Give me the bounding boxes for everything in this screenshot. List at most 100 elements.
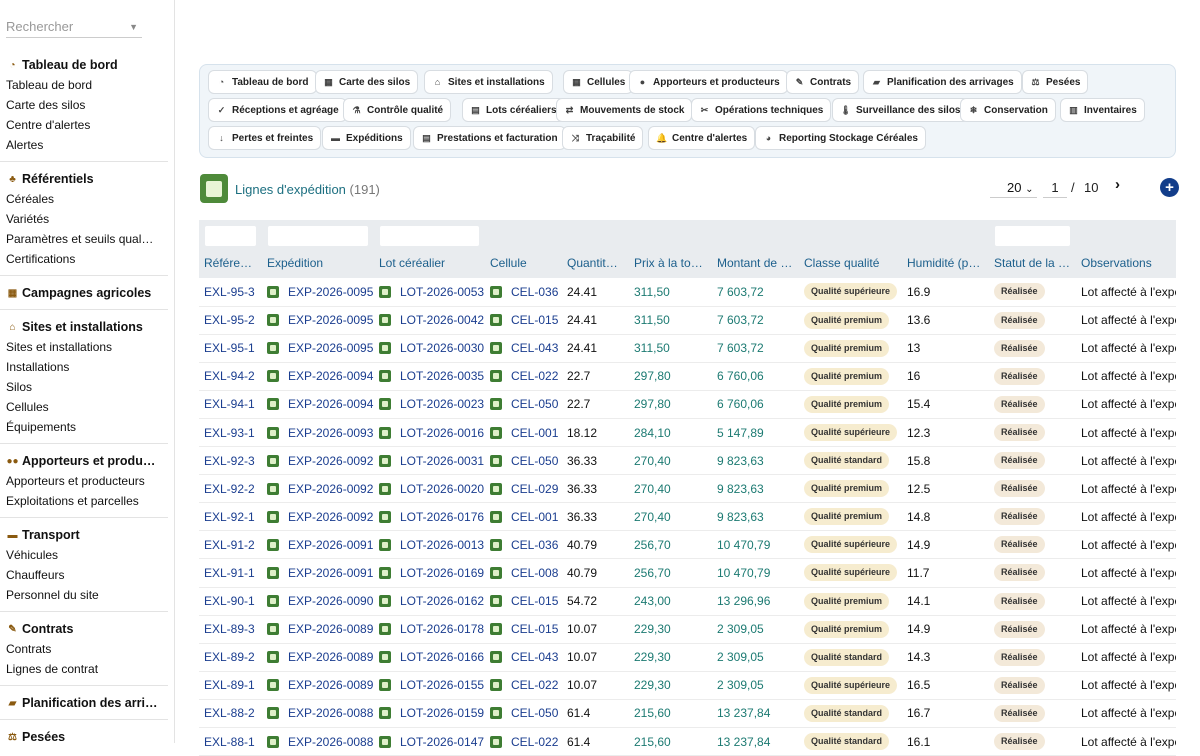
table-row[interactable]: EXL-88-2 EXP-2026-0088 LOT-2026-0159 CEL-05… <box>199 699 1176 729</box>
reference-link[interactable]: EXL-89-2 <box>204 650 255 664</box>
cell-link[interactable]: CEL-015 <box>511 594 558 608</box>
nav-chip[interactable]: ↓ Pertes et freintes <box>208 126 322 150</box>
sidebar-item[interactable]: Centre d'alertes <box>0 115 174 135</box>
sidebar-item[interactable]: Personnel du site <box>0 585 174 605</box>
column-header[interactable]: Cellule <box>485 248 562 278</box>
cell-link[interactable]: CEL-050 <box>511 706 558 720</box>
table-row[interactable]: EXL-91-1 EXP-2026-0091 LOT-2026-0169 CEL-00… <box>199 558 1176 588</box>
cell-link[interactable]: LOT-2026-0030 <box>400 341 484 355</box>
cell-link[interactable]: CEL-001 <box>511 510 558 524</box>
reference-link[interactable]: EXL-89-3 <box>204 622 255 636</box>
column-header[interactable]: Lot céréalier <box>374 248 485 278</box>
cell-link[interactable]: LOT-2026-0013 <box>400 538 484 552</box>
cell-link[interactable]: CEL-036 <box>511 538 558 552</box>
cell-link[interactable]: EXP-2026-0095 <box>288 313 373 327</box>
column-header[interactable]: Statut de la li… <box>989 248 1076 278</box>
nav-chip[interactable]: 🌡 Surveillance des silos <box>832 98 969 122</box>
nav-chip[interactable]: ❄ Conservation <box>960 98 1056 122</box>
table-row[interactable]: EXL-90-1 EXP-2026-0090 LOT-2026-0162 CEL-01… <box>199 587 1176 616</box>
sidebar-item[interactable]: Cellules <box>0 397 174 417</box>
sidebar-section-header[interactable]: ♣ Référentiels <box>0 169 174 189</box>
nav-chip[interactable]: ▬ Expéditions <box>322 126 411 150</box>
cell-link[interactable]: EXP-2026-0088 <box>288 706 373 720</box>
sidebar-section-header[interactable]: ▰ Planification des arri… <box>0 693 174 713</box>
nav-chip[interactable]: ▤ Lots céréaliers <box>462 98 565 122</box>
filter-input-status[interactable] <box>995 225 1070 246</box>
reference-link[interactable]: EXL-91-1 <box>204 566 255 580</box>
cell-link[interactable]: EXP-2026-0091 <box>288 538 373 552</box>
nav-chip[interactable]: ⚗ Contrôle qualité <box>343 98 452 122</box>
column-header[interactable]: Observations <box>1076 248 1176 278</box>
sidebar-item[interactable]: Exploitations et parcelles <box>0 491 174 511</box>
table-row[interactable]: EXL-94-2 EXP-2026-0094 LOT-2026-0035 CEL-02… <box>199 362 1176 391</box>
sidebar-item[interactable]: Céréales <box>0 189 174 209</box>
table-row[interactable]: EXL-93-1 EXP-2026-0093 LOT-2026-0016 CEL-00… <box>199 418 1176 448</box>
table-row[interactable]: EXL-92-3 EXP-2026-0092 LOT-2026-0031 CEL-05… <box>199 446 1176 476</box>
table-row[interactable]: EXL-91-2 EXP-2026-0091 LOT-2026-0013 CEL-03… <box>199 530 1176 560</box>
sidebar-item[interactable]: Équipements <box>0 417 174 437</box>
table-row[interactable]: EXL-95-3 EXP-2026-0095 LOT-2026-0053 CEL-03… <box>199 278 1176 307</box>
nav-chip[interactable]: ⚖ Pesées <box>1022 70 1089 94</box>
cell-link[interactable]: CEL-043 <box>511 650 558 664</box>
cell-link[interactable]: LOT-2026-0016 <box>400 426 484 440</box>
cell-link[interactable]: EXP-2026-0094 <box>288 369 373 383</box>
table-row[interactable]: EXL-89-2 EXP-2026-0089 LOT-2026-0166 CEL-04… <box>199 643 1176 672</box>
nav-chip[interactable]: ▥ Inventaires <box>1060 98 1145 122</box>
cell-link[interactable]: EXP-2026-0090 <box>288 594 373 608</box>
cell-link[interactable]: CEL-022 <box>511 678 558 692</box>
sidebar-section-header[interactable]: ⚖ Pesées <box>0 727 174 743</box>
sidebar-section-header[interactable]: ▬ Transport <box>0 525 174 545</box>
column-header[interactable]: Classe qualité <box>799 248 902 278</box>
sidebar-item[interactable]: Véhicules <box>0 545 174 565</box>
cell-link[interactable]: CEL-050 <box>511 454 558 468</box>
sidebar-item[interactable]: Lignes de contrat <box>0 659 174 679</box>
column-header[interactable]: Montant de l… <box>712 248 799 278</box>
cell-link[interactable]: LOT-2026-0159 <box>400 706 484 720</box>
per-page-select[interactable]: 20 ⌄ <box>990 178 1037 198</box>
sidebar-item[interactable]: Tableau de bord <box>0 75 174 95</box>
reference-link[interactable]: EXL-94-1 <box>204 397 255 411</box>
cell-link[interactable]: LOT-2026-0169 <box>400 566 484 580</box>
sidebar-item[interactable]: Carte des silos <box>0 95 174 115</box>
cell-link[interactable]: EXP-2026-0091 <box>288 566 373 580</box>
table-row[interactable]: EXL-92-1 EXP-2026-0092 LOT-2026-0176 CEL-00… <box>199 502 1176 532</box>
cell-link[interactable]: EXP-2026-0092 <box>288 454 373 468</box>
cell-link[interactable]: EXP-2026-0089 <box>288 678 373 692</box>
cell-link[interactable]: EXP-2026-0089 <box>288 622 373 636</box>
reference-link[interactable]: EXL-90-1 <box>204 594 255 608</box>
page-number-input[interactable]: 1 <box>1043 178 1067 198</box>
filter-input-reference[interactable] <box>205 225 256 246</box>
reference-link[interactable]: EXL-95-3 <box>204 285 255 299</box>
cell-link[interactable]: EXP-2026-0095 <box>288 341 373 355</box>
cell-link[interactable]: CEL-001 <box>511 426 558 440</box>
cell-link[interactable]: LOT-2026-0147 <box>400 735 484 749</box>
nav-chip[interactable]: 🔔 Centre d'alertes <box>648 126 756 150</box>
cell-link[interactable]: EXP-2026-0093 <box>288 426 373 440</box>
sidebar-item[interactable]: Certifications <box>0 249 174 269</box>
next-page-button[interactable]: › <box>1115 176 1120 193</box>
nav-chip[interactable]: ▤ Prestations et facturation <box>413 126 566 150</box>
reference-link[interactable]: EXL-89-1 <box>204 678 255 692</box>
cell-link[interactable]: LOT-2026-0042 <box>400 313 484 327</box>
sidebar-item[interactable]: Apporteurs et producteurs <box>0 471 174 491</box>
reference-link[interactable]: EXL-91-2 <box>204 538 255 552</box>
sidebar-section-header[interactable]: ⌂ Sites et installations <box>0 317 174 337</box>
nav-chip[interactable]: ⤨ Traçabilité <box>562 126 644 150</box>
cell-link[interactable]: LOT-2026-0166 <box>400 650 484 664</box>
cell-link[interactable]: LOT-2026-0053 <box>400 285 484 299</box>
sidebar-item[interactable]: Sites et installations <box>0 337 174 357</box>
reference-link[interactable]: EXL-94-2 <box>204 369 255 383</box>
nav-chip[interactable]: ✓ Réceptions et agréage <box>208 98 347 122</box>
cell-link[interactable]: CEL-050 <box>511 397 558 411</box>
nav-chip[interactable]: ▦ Carte des silos <box>315 70 419 94</box>
nav-chip[interactable]: ◕ Reporting Stockage Céréales <box>755 126 926 150</box>
cell-link[interactable]: CEL-015 <box>511 313 558 327</box>
nav-chip[interactable]: ✂ Opérations techniques <box>691 98 832 122</box>
cell-link[interactable]: LOT-2026-0176 <box>400 510 484 524</box>
nav-chip[interactable]: ◔ Tableau de bord <box>208 70 317 94</box>
cell-link[interactable]: CEL-029 <box>511 482 558 496</box>
sidebar-item[interactable]: Variétés <box>0 209 174 229</box>
add-button[interactable]: + <box>1160 178 1179 197</box>
cell-link[interactable]: EXP-2026-0088 <box>288 735 373 749</box>
table-row[interactable]: EXL-89-3 EXP-2026-0089 LOT-2026-0178 CEL-01… <box>199 615 1176 644</box>
